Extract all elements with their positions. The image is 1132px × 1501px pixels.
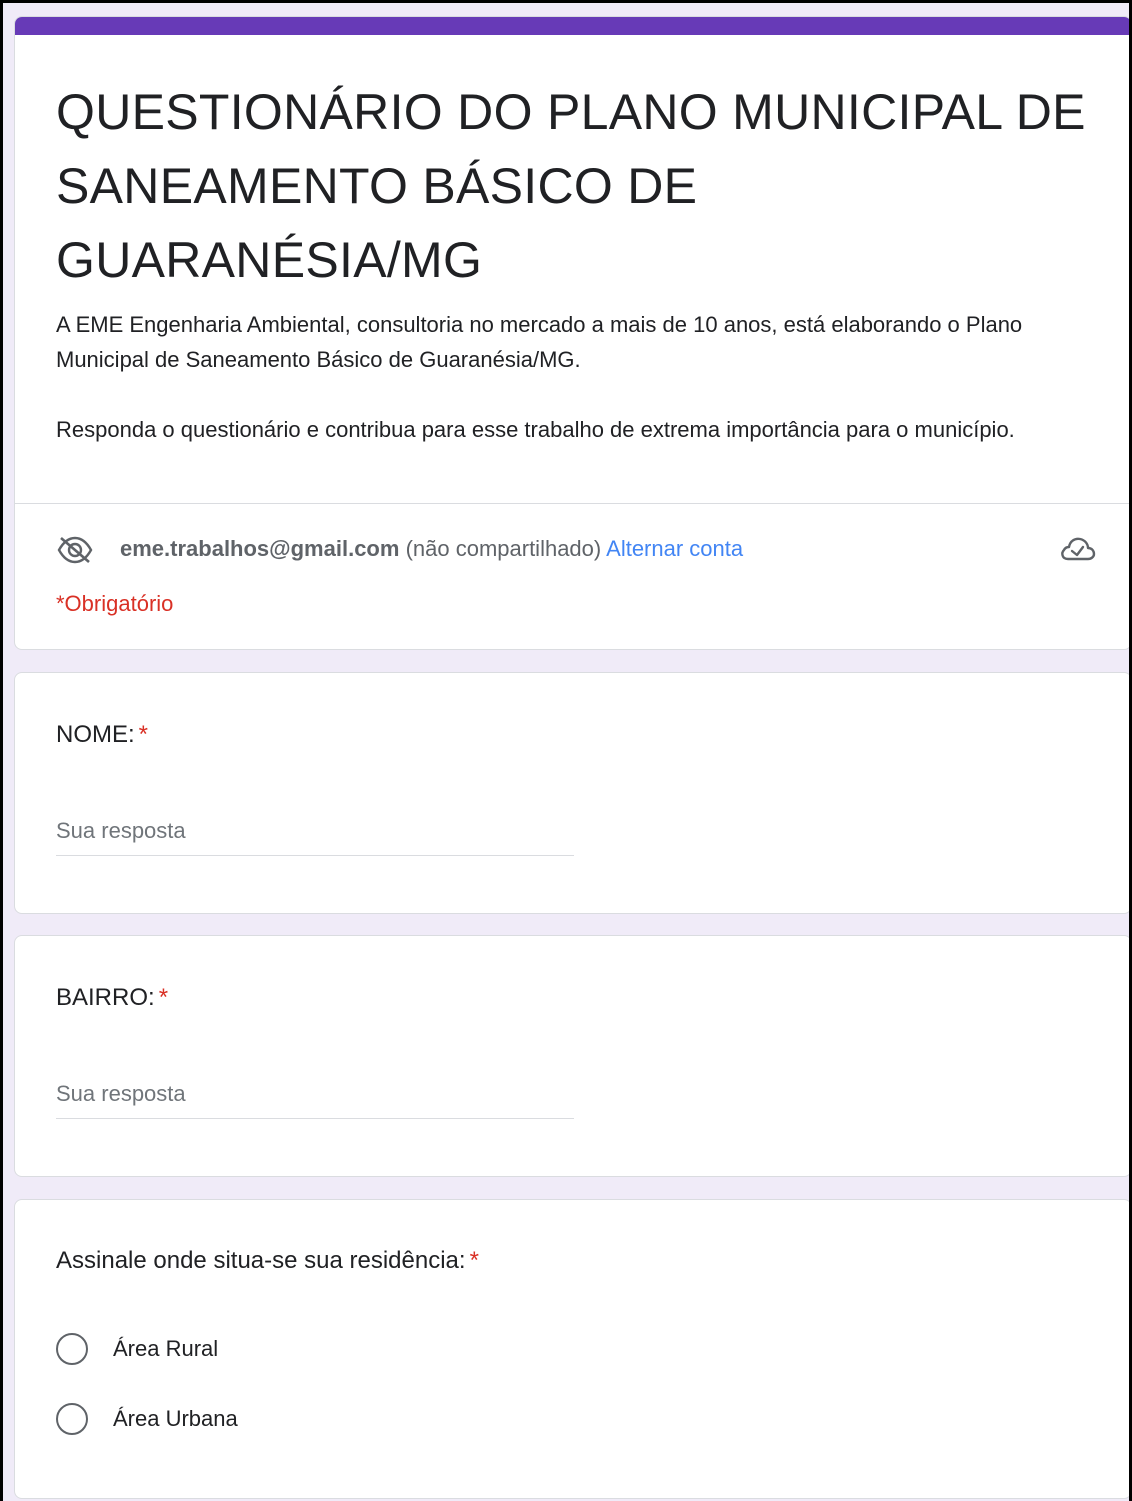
form-description-paragraph: Responda o questionário e contribua para… xyxy=(56,417,1015,442)
question-title-text: BAIRRO: xyxy=(56,984,155,1011)
form-title: QUESTIONÁRIO DO PLANO MUNICIPAL DE SANEA… xyxy=(56,84,1086,288)
question-title-text: NOME: xyxy=(56,721,135,748)
required-asterisk: * xyxy=(138,721,149,748)
required-asterisk: * xyxy=(469,1247,479,1274)
question-card-nome: NOME: * xyxy=(14,672,1132,914)
cloud-done-icon xyxy=(1058,534,1096,564)
form-header-card: QUESTIONÁRIO DO PLANO MUNICIPAL DE SANEA… xyxy=(14,16,1132,650)
bairro-input[interactable] xyxy=(56,1070,574,1119)
radio-button[interactable] xyxy=(56,1403,88,1435)
question-title: NOME: * xyxy=(56,719,148,751)
nome-input[interactable] xyxy=(56,807,574,856)
question-card-bairro: BAIRRO: * xyxy=(14,935,1132,1177)
eye-off-icon xyxy=(56,536,94,564)
form-description: A EME Engenharia Ambiental, consultoria … xyxy=(56,307,1096,447)
account-info: eme.trabalhos@gmail.com (não compartilha… xyxy=(120,529,743,569)
account-shared-status: (não compartilhado) xyxy=(405,536,602,561)
header-accent-bar xyxy=(15,17,1131,35)
radio-button[interactable] xyxy=(56,1333,88,1365)
account-row: eme.trabalhos@gmail.com (não compartilha… xyxy=(56,529,1096,569)
switch-account-link[interactable]: Alternar conta xyxy=(606,536,743,561)
form-description-paragraph: A EME Engenharia Ambiental, consultoria … xyxy=(56,312,1023,372)
required-asterisk: * xyxy=(158,984,169,1011)
account-email: eme.trabalhos@gmail.com xyxy=(120,536,400,561)
question-title-text: Assinale onde situa-se sua residência: xyxy=(56,1247,466,1274)
header-divider xyxy=(15,503,1131,504)
question-card-residencia: Assinale onde situa-se sua residência: * … xyxy=(14,1199,1132,1499)
radio-label: Área Urbana xyxy=(113,1406,238,1431)
question-title: Assinale onde situa-se sua residência: * xyxy=(56,1245,479,1277)
required-note: *Obrigatório xyxy=(56,591,174,616)
question-title: BAIRRO: * xyxy=(56,982,168,1014)
radio-label: Área Rural xyxy=(113,1336,219,1361)
